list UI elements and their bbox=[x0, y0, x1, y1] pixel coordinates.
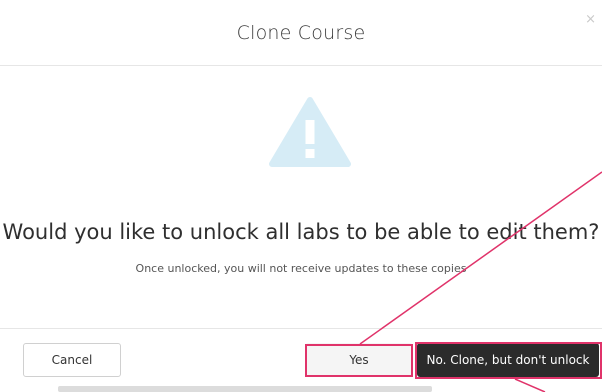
clone-without-unlock-button[interactable]: No. Clone, but don't unlock bbox=[417, 343, 599, 377]
horizontal-scrollbar[interactable] bbox=[58, 386, 432, 392]
unlock-subtext: Once unlocked, you will not receive upda… bbox=[135, 262, 467, 275]
close-icon[interactable]: × bbox=[585, 12, 596, 27]
modal-title: Clone Course bbox=[236, 22, 366, 44]
clone-course-modal: Clone Course × Would you like to unlock … bbox=[0, 0, 602, 392]
modal-header: Clone Course × bbox=[0, 0, 602, 66]
cancel-button[interactable]: Cancel bbox=[23, 343, 121, 377]
warning-triangle-icon bbox=[268, 96, 352, 168]
yes-button[interactable]: Yes bbox=[306, 343, 412, 377]
unlock-question: Would you like to unlock all labs to be … bbox=[2, 220, 600, 244]
